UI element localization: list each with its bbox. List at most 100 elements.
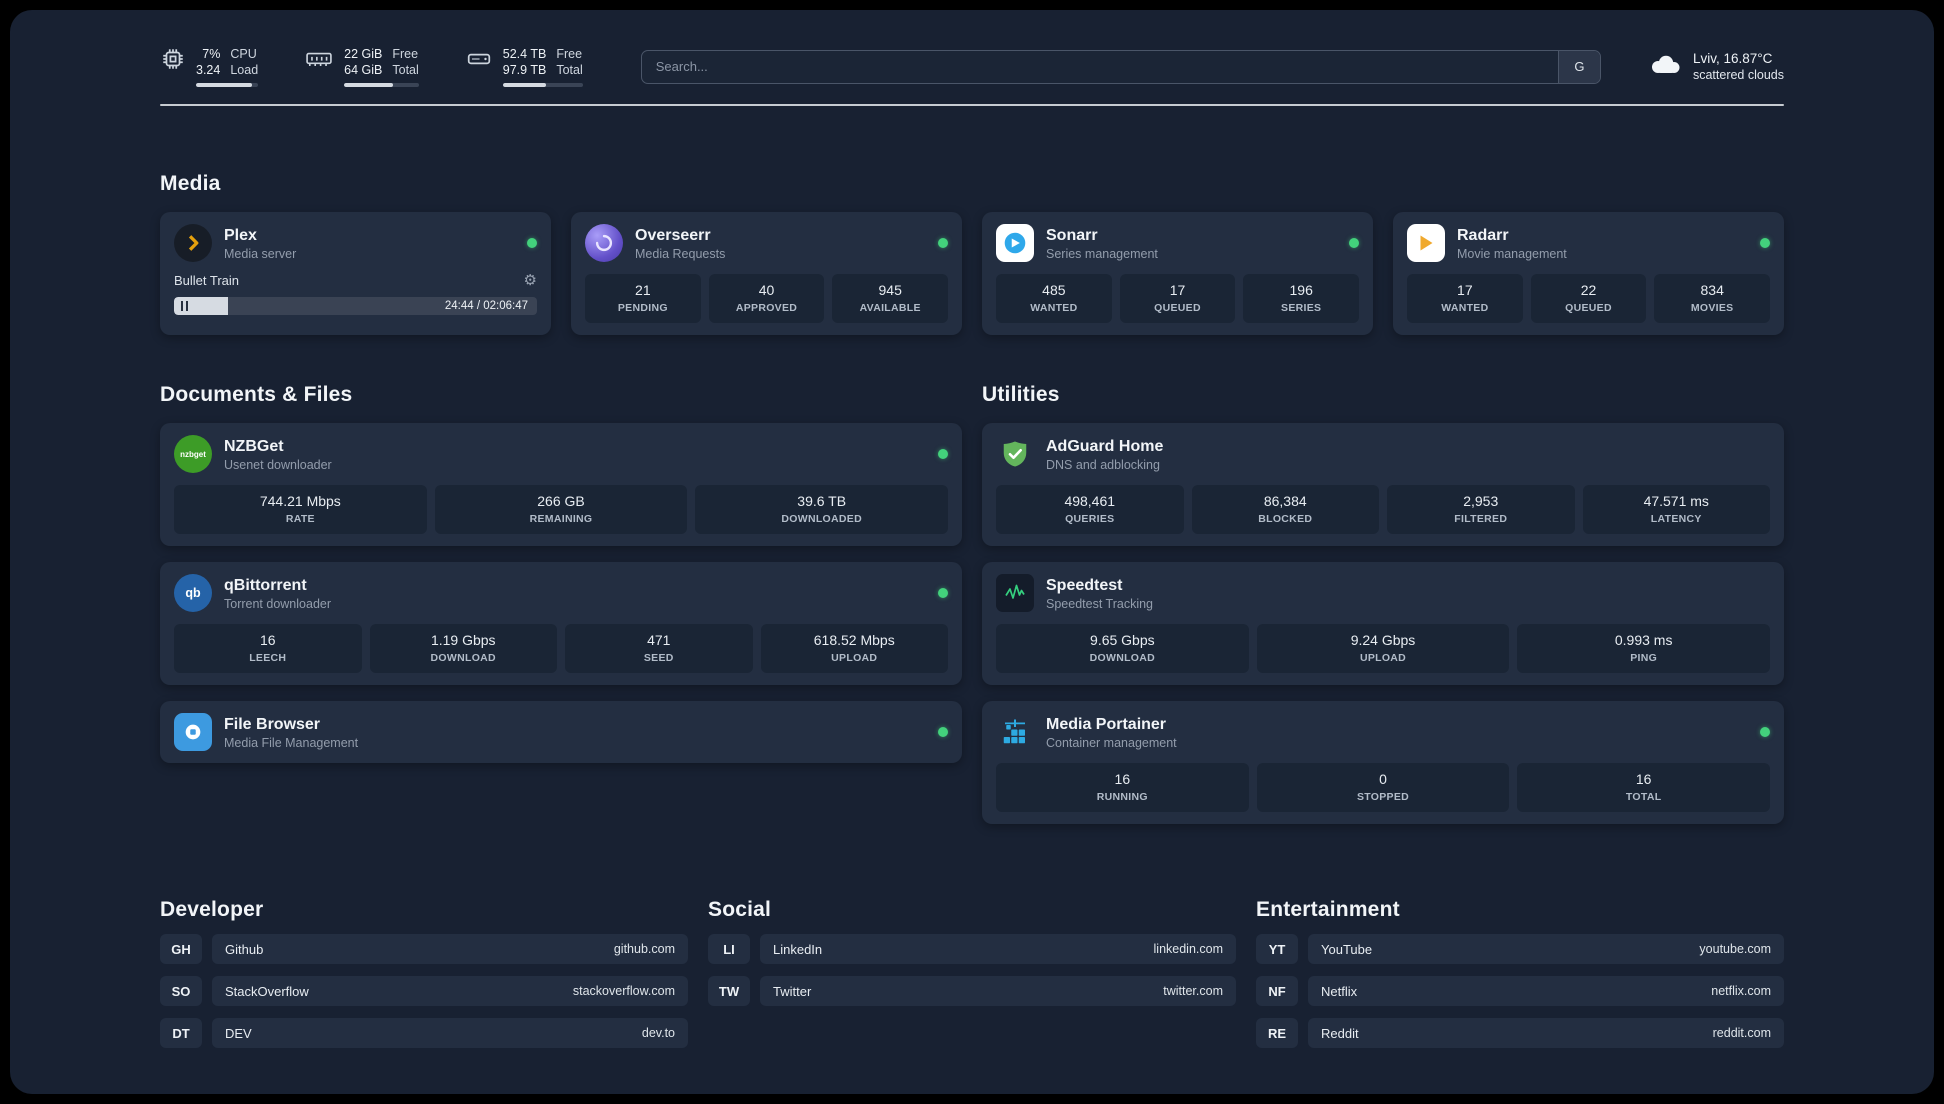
- stat-label: SEED: [643, 652, 674, 664]
- qbittorrent-icon-label: qb: [185, 586, 201, 600]
- stat-value: 16: [1635, 771, 1652, 787]
- stat-value: 17: [1457, 282, 1473, 298]
- status-dot: [938, 727, 948, 737]
- stat-value: 9.24 Gbps: [1350, 632, 1416, 648]
- stat-label: WANTED: [1030, 302, 1078, 314]
- portainer-icon: [996, 713, 1034, 751]
- service-subtitle: Torrent downloader: [224, 596, 332, 611]
- card-radarr: Radarr Movie management 17 WANTED 22 QUE…: [1393, 212, 1784, 335]
- service-link-speedtest[interactable]: Speedtest Speedtest Tracking: [996, 574, 1770, 612]
- media-section-title: Media: [160, 172, 221, 195]
- bookmark-name: YouTube: [1321, 941, 1373, 957]
- stat-remaining: 266 GB REMAINING: [434, 485, 688, 534]
- status-dot: [938, 588, 948, 598]
- service-name: Speedtest: [1046, 576, 1123, 594]
- stat-approved: 40 APPROVED: [708, 274, 825, 323]
- memory-total-label: Total: [392, 63, 419, 77]
- section-developer: Developer GH Github github.com SO StackO…: [160, 898, 688, 1048]
- service-name: Plex: [224, 226, 257, 244]
- bookmark-twitter[interactable]: TW Twitter twitter.com: [708, 976, 1236, 1006]
- stat-value: 1.19 Gbps: [430, 632, 496, 648]
- stat-label: FILTERED: [1454, 513, 1508, 525]
- search-provider-button[interactable]: G: [1557, 50, 1600, 83]
- memory-widget: 22 GiB 64 GiB Free Total: [304, 46, 419, 87]
- memory-free-label: Free: [392, 47, 419, 61]
- stat-label: QUEUED: [1565, 302, 1612, 314]
- plex-icon: [174, 224, 212, 262]
- service-name: Radarr: [1457, 226, 1509, 244]
- bookmark-linkedin[interactable]: LI LinkedIn linkedin.com: [708, 934, 1236, 964]
- utilities-section-title: Utilities: [982, 383, 1060, 406]
- entertainment-section-title: Entertainment: [1256, 898, 1400, 921]
- stat-upload: 618.52 Mbps UPLOAD: [760, 624, 948, 673]
- bookmark-url: youtube.com: [1699, 942, 1771, 956]
- bookmark-stackoverflow[interactable]: SO StackOverflow stackoverflow.com: [160, 976, 688, 1006]
- bookmark-name: Twitter: [773, 983, 812, 999]
- stat-value: 498,461: [1064, 493, 1116, 509]
- stat-value: 2,953: [1463, 493, 1499, 509]
- stat-queued: 22 QUEUED: [1530, 274, 1647, 323]
- disk-free-label: Free: [556, 47, 583, 61]
- service-link-portainer[interactable]: Media Portainer Container management: [996, 713, 1770, 751]
- card-overseerr: Overseerr Media Requests 21 PENDING 40 A…: [571, 212, 962, 335]
- header-divider: [160, 104, 1784, 106]
- stat-value: 485: [1042, 282, 1066, 298]
- playback-progress-bar[interactable]: 24:44 / 02:06:47: [174, 297, 537, 315]
- status-dot: [1349, 238, 1359, 248]
- service-subtitle: Speedtest Tracking: [1046, 596, 1154, 611]
- documents-section-title: Documents & Files: [160, 383, 353, 406]
- stat-filtered: 2,953 FILTERED: [1387, 485, 1575, 534]
- bookmark-youtube[interactable]: YT YouTube youtube.com: [1256, 934, 1784, 964]
- status-dot: [938, 238, 948, 248]
- adguard-icon: [996, 435, 1034, 473]
- stat-value: 22: [1580, 282, 1597, 298]
- service-name: NZBGet: [224, 437, 284, 455]
- service-link-sonarr[interactable]: Sonarr Series management: [996, 224, 1359, 262]
- stat-download: 9.65 Gbps DOWNLOAD: [996, 624, 1249, 673]
- bookmark-abbr: SO: [160, 976, 202, 1006]
- stat-label: STOPPED: [1356, 791, 1410, 803]
- stat-seed: 471 SEED: [565, 624, 753, 673]
- bookmark-dev[interactable]: DT DEV dev.to: [160, 1018, 688, 1048]
- stat-value: 86,384: [1263, 493, 1307, 509]
- service-subtitle: Media Requests: [635, 246, 726, 261]
- playback-time: 24:44 / 02:06:47: [444, 300, 528, 312]
- stat-label: LATENCY: [1650, 513, 1702, 525]
- service-link-radarr[interactable]: Radarr Movie management: [1407, 224, 1770, 262]
- stat-label: PENDING: [617, 302, 668, 314]
- cpu-widget: 7% 3.24 CPU Load: [160, 46, 259, 87]
- service-link-plex[interactable]: Plex Media server: [174, 224, 537, 262]
- bookmark-abbr: TW: [708, 976, 750, 1006]
- bookmark-github[interactable]: GH Github github.com: [160, 934, 688, 964]
- service-name: AdGuard Home: [1046, 437, 1164, 455]
- memory-icon: [304, 46, 334, 72]
- service-link-nzbget[interactable]: nzbget NZBGet Usenet downloader: [174, 435, 948, 473]
- stat-label: LEECH: [249, 652, 287, 664]
- disk-total-value: 97.9 TB: [502, 63, 547, 77]
- stat-leech: 16 LEECH: [174, 624, 362, 673]
- memory-total-value: 64 GiB: [344, 63, 383, 77]
- section-utilities: Utilities AdGuard Home DNS and adblockin…: [982, 383, 1784, 824]
- service-subtitle: Movie management: [1457, 246, 1567, 261]
- section-media: Media Plex Media server Bullet Train ⚙ 2…: [160, 172, 1784, 335]
- service-link-qbittorrent[interactable]: qb qBittorrent Torrent downloader: [174, 574, 948, 612]
- service-link-adguard[interactable]: AdGuard Home DNS and adblocking: [996, 435, 1770, 473]
- disk-progress-fill: [502, 83, 546, 87]
- stat-value: 0: [1379, 771, 1387, 787]
- stat-stopped: 0 STOPPED: [1256, 763, 1510, 812]
- search-input[interactable]: [641, 50, 1558, 83]
- stat-value: 21: [635, 282, 651, 298]
- pause-icon[interactable]: [181, 301, 188, 311]
- stat-total: 16 TOTAL: [1517, 763, 1771, 812]
- bookmark-reddit[interactable]: RE Reddit reddit.com: [1256, 1018, 1784, 1048]
- gear-icon[interactable]: ⚙: [524, 273, 537, 288]
- top-bar: 7% 3.24 CPU Load 22 GiB 64 GiB Free Tota…: [160, 46, 1784, 87]
- bookmark-name: StackOverflow: [225, 983, 309, 999]
- bookmark-abbr: YT: [1256, 934, 1298, 964]
- cloud-icon: [1647, 51, 1683, 82]
- stat-queued: 17 QUEUED: [1119, 274, 1236, 323]
- service-link-filebrowser[interactable]: File Browser Media File Management: [174, 713, 948, 751]
- bookmark-netflix[interactable]: NF Netflix netflix.com: [1256, 976, 1784, 1006]
- cpu-icon: [160, 46, 186, 72]
- service-link-overseerr[interactable]: Overseerr Media Requests: [585, 224, 948, 262]
